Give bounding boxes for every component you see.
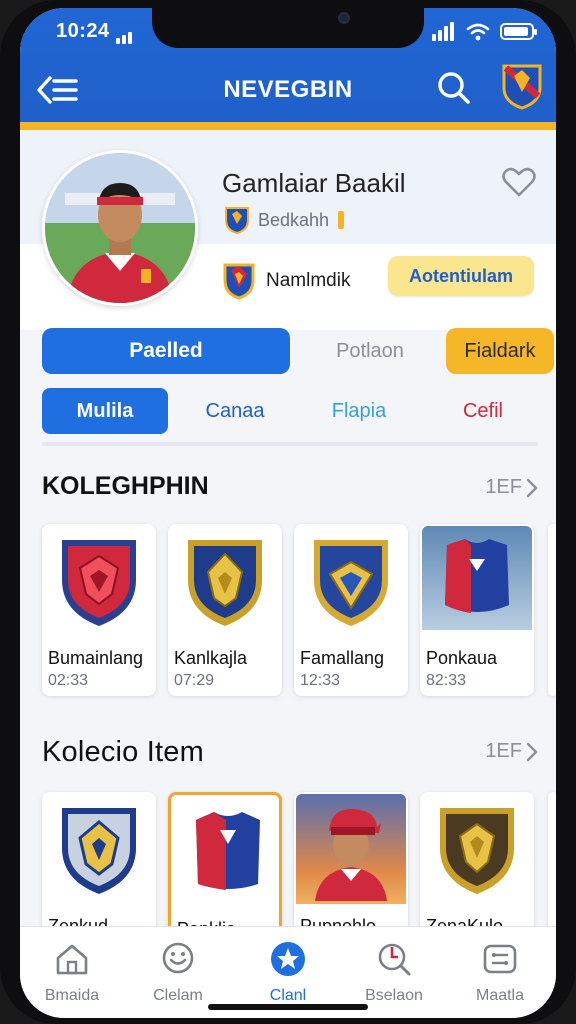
card-name: Famallang [300, 648, 385, 668]
chat-icon [162, 942, 194, 974]
header-accent-strip [20, 122, 556, 130]
search-button[interactable] [432, 66, 476, 110]
gold-lion-shield-icon [176, 530, 274, 630]
club-row-2: Namlmdik [222, 262, 350, 300]
club-name: Bedkahh [258, 209, 330, 230]
collection-card[interactable]: Ponkaua 82:33 [420, 524, 534, 696]
favorite-heart-icon[interactable] [502, 166, 536, 198]
card-time: 82:33 [426, 672, 467, 689]
tabbar-chat-label: Clelam [153, 987, 203, 1004]
tab-2[interactable]: Canaa [180, 388, 290, 434]
player-avatar[interactable] [42, 150, 198, 306]
section-1-more-link[interactable]: 1EF [485, 476, 538, 499]
search-icon [438, 72, 470, 104]
wifi-icon [466, 23, 490, 40]
notch [152, 8, 424, 48]
section-1-more-label: 1EF [485, 476, 522, 498]
filter-tabs: Mulila Canaa Flapia Cefil [42, 388, 538, 446]
phone-frame: 10:24 NEVEGBIN Gamlaiar Baakil Bedkahh N… [0, 0, 576, 1024]
ticket-icon [483, 944, 517, 974]
card-name: Bumainlang [48, 648, 144, 668]
tabbar-ticket[interactable]: Maatla [450, 941, 550, 1005]
home-indicator[interactable] [208, 1004, 368, 1010]
section-2-more-link[interactable]: 1EF [485, 740, 538, 763]
status-icons [432, 22, 537, 41]
tabbar-chat[interactable]: Clelam [128, 941, 228, 1005]
tabbar-home[interactable]: Bmaida [22, 941, 122, 1005]
collection-card[interactable]: Bumainlang 02:33 [42, 524, 156, 696]
tabbar-star[interactable]: Clanl [238, 941, 338, 1005]
section-2-title: Kolecio Item [42, 736, 204, 768]
jersey-image [422, 526, 532, 630]
tabbar-search-label: Bselaon [365, 987, 423, 1004]
collection-card-partial[interactable] [548, 524, 556, 696]
tab-1[interactable]: Mulila [42, 388, 168, 434]
signal-small-icon [116, 26, 134, 44]
action-row: Paelled Potlaon Fialdark [42, 328, 554, 374]
signal-icon [432, 22, 456, 41]
tertiary-action-button[interactable]: Fialdark [446, 328, 554, 374]
card-time: 12:33 [300, 672, 341, 689]
app-screen: 10:24 NEVEGBIN Gamlaiar Baakil Bedkahh N… [20, 8, 556, 1018]
medal-icon [338, 211, 345, 229]
star-icon [271, 942, 305, 976]
status-time: 10:24 [56, 20, 110, 42]
card-time: 02:33 [48, 672, 89, 689]
collection-card[interactable]: Kanlkajla 07:29 [168, 524, 282, 696]
secondary-action-button[interactable]: Potlaon [310, 328, 430, 374]
camera [338, 12, 350, 24]
section-1-title: KOLEGHPHIN [42, 472, 209, 500]
player-name: Gamlaiar Baakil [222, 168, 406, 198]
section-2-more-label: 1EF [485, 740, 522, 762]
chevron-right-icon [526, 478, 538, 497]
player-photo [45, 153, 195, 303]
tabbar-star-label: Clanl [269, 987, 307, 1004]
card-name: Ponkaua [426, 648, 498, 668]
tabbar-search[interactable]: Bselaon [344, 941, 444, 1005]
home-icon [56, 944, 88, 975]
profile-card: Gamlaiar Baakil Bedkahh Namlmdik Aotenti… [20, 130, 556, 330]
player-portrait [296, 794, 406, 904]
search-icon [378, 943, 411, 976]
silver-shield-icon [50, 798, 148, 898]
club-crest-icon[interactable] [500, 62, 544, 110]
section-1-header: KOLEGHPHIN 1EF [42, 472, 538, 508]
card-name: Kanlkajla [174, 648, 248, 668]
team-shield-icon [223, 263, 255, 300]
tab-4[interactable]: Cefil [428, 388, 538, 434]
collection-carousel: Bumainlang 02:33 Kanlkajla 07:29 Famalla… [42, 524, 556, 704]
card-time: 07:29 [174, 672, 215, 689]
club-row: Bedkahh [224, 206, 345, 234]
gold-brown-shield-icon [428, 798, 526, 898]
section-2-header: Kolecio Item 1EF [42, 736, 538, 772]
blue-gold-shield-icon [302, 530, 400, 630]
primary-action-button[interactable]: Paelled [42, 328, 290, 374]
kit-jersey-icon [179, 801, 277, 901]
tabbar-home-label: Bmaida [44, 987, 100, 1004]
club-shield-icon [225, 207, 249, 234]
status-badge[interactable]: Aotentiulam [388, 256, 534, 296]
battery-icon [500, 23, 537, 40]
collection-card[interactable]: Famallang 12:33 [294, 524, 408, 696]
red-shield-icon [50, 530, 148, 630]
tab-3[interactable]: Flapia [304, 388, 414, 434]
tabbar-ticket-label: Maatla [475, 987, 525, 1004]
team-name: Namlmdik [266, 270, 351, 291]
chevron-right-icon [526, 742, 538, 761]
